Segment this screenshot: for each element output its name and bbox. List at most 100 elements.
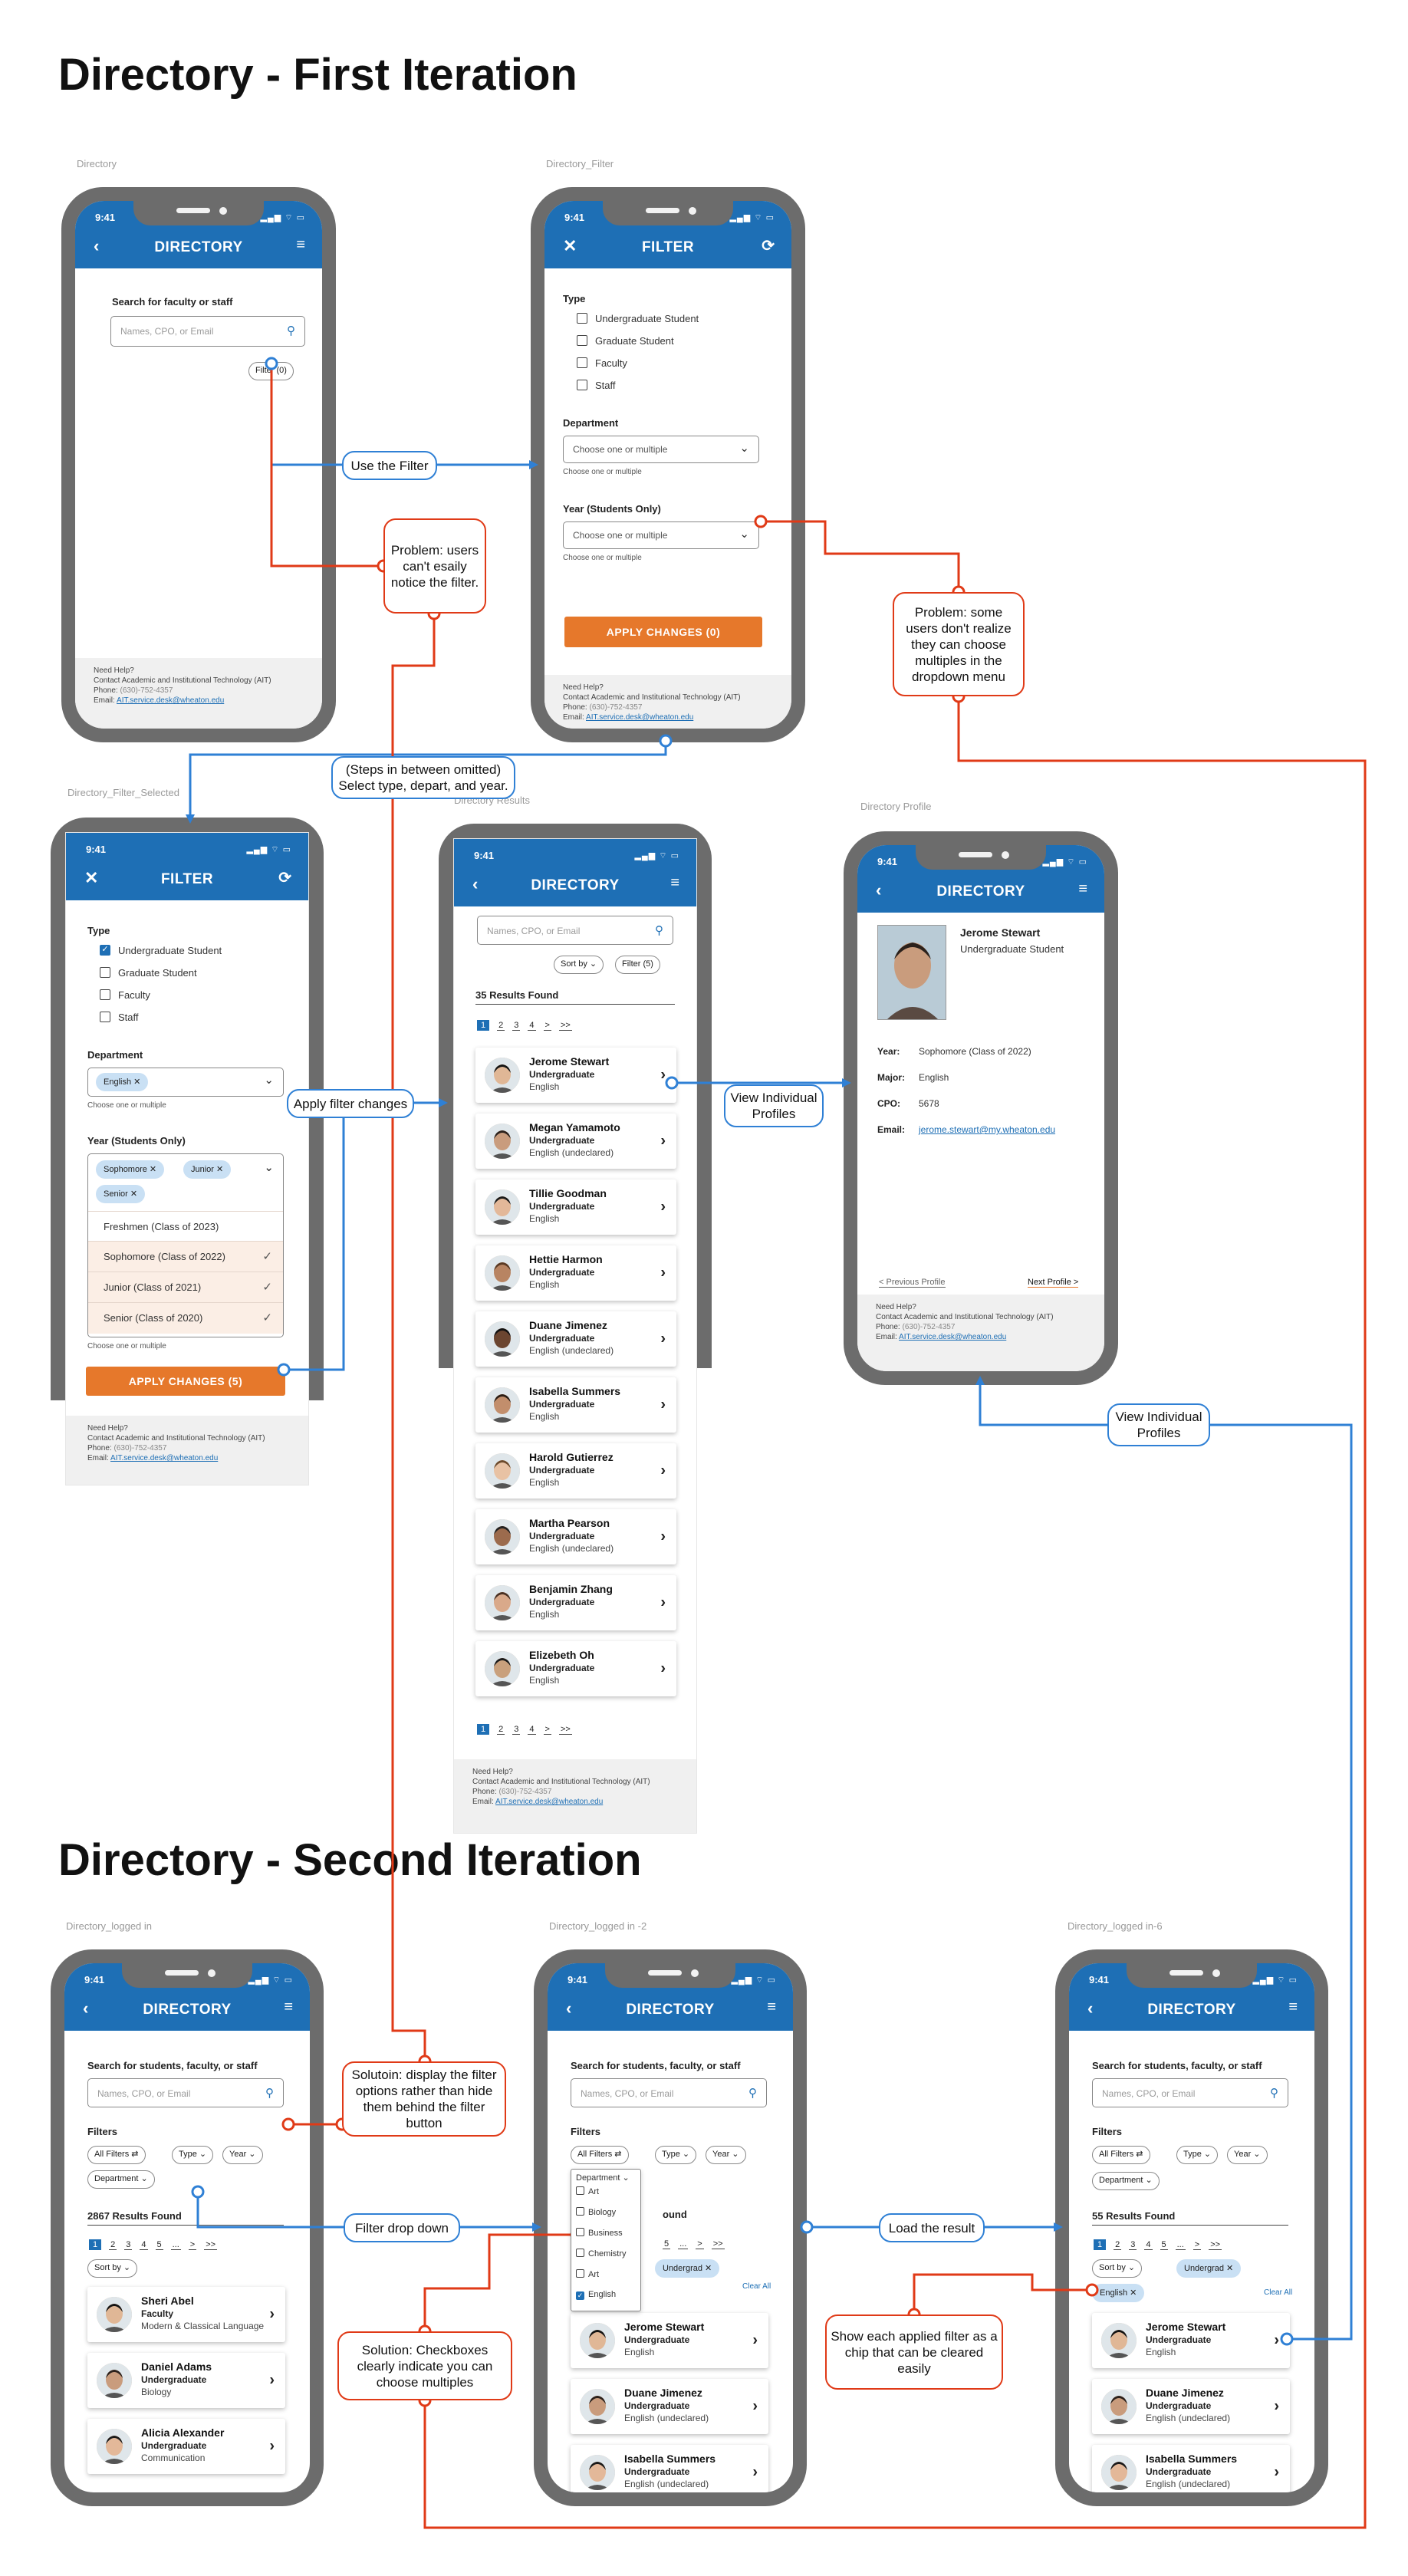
apply-changes-button[interactable]: APPLY CHANGES (0) bbox=[564, 617, 762, 647]
year-select[interactable]: Choose one or multiple ⌄ bbox=[563, 521, 759, 549]
page-link[interactable]: > bbox=[696, 2239, 704, 2249]
page-link[interactable]: 3 bbox=[512, 1725, 521, 1735]
page-link[interactable]: > bbox=[543, 1725, 551, 1735]
pagination[interactable]: 1 2 3 4 5... > >> bbox=[1094, 2239, 1229, 2250]
next-profile-link[interactable]: Next Profile > bbox=[1028, 1278, 1079, 1288]
person-card[interactable]: Harold Gutierrez Undergraduate English › bbox=[475, 1443, 676, 1499]
footer-email-link[interactable]: AIT.service.desk@wheaton.edu bbox=[110, 1454, 218, 1462]
page-link[interactable]: >> bbox=[204, 2240, 218, 2250]
year-filter-button[interactable]: Year ⌄ bbox=[1227, 2146, 1268, 2164]
person-card[interactable]: Jerome Stewart Undergraduate English › bbox=[571, 2313, 768, 2368]
page-link[interactable]: 4 bbox=[528, 1021, 536, 1031]
search-input[interactable]: Names, CPO, or Email ⚲ bbox=[110, 316, 305, 347]
page-link[interactable]: 4 bbox=[1144, 2240, 1153, 2250]
refresh-icon[interactable]: ⟳ bbox=[278, 868, 291, 887]
filter-chip[interactable]: Undergrad ✕ bbox=[1176, 2259, 1242, 2278]
person-card[interactable]: Alicia Alexander Undergraduate Communicati… bbox=[87, 2419, 285, 2474]
chevron-right-icon[interactable]: › bbox=[660, 1067, 666, 1084]
page-link[interactable]: 1 bbox=[477, 1020, 490, 1031]
chevron-right-icon[interactable]: › bbox=[660, 1594, 666, 1612]
pagination[interactable]: 5... > >> bbox=[663, 2239, 732, 2249]
page-link[interactable]: ... bbox=[170, 2240, 181, 2250]
chevron-right-icon[interactable]: › bbox=[660, 1462, 666, 1480]
checkbox[interactable] bbox=[576, 2186, 584, 2195]
chevron-right-icon[interactable]: › bbox=[660, 1660, 666, 1678]
chevron-right-icon[interactable]: › bbox=[752, 2464, 758, 2482]
person-card[interactable]: Megan Yamamoto Undergraduate English (unde… bbox=[475, 1114, 676, 1169]
chevron-right-icon[interactable]: › bbox=[1274, 2398, 1279, 2416]
clear-all-link[interactable]: Clear All bbox=[1264, 2288, 1292, 2297]
person-card[interactable]: Duane Jimenez Undergraduate English (undec… bbox=[1092, 2379, 1290, 2434]
footer-email-link[interactable]: AIT.service.desk@wheaton.edu bbox=[899, 1333, 1006, 1341]
menu-icon[interactable]: ≡ bbox=[1288, 1999, 1298, 2016]
filter-chip[interactable]: English ✕ bbox=[96, 1073, 149, 1091]
page-link[interactable]: > bbox=[188, 2240, 197, 2250]
search-icon[interactable]: ⚲ bbox=[655, 923, 663, 937]
menu-icon[interactable]: ≡ bbox=[670, 874, 679, 892]
type-filter-button[interactable]: Type ⌄ bbox=[655, 2146, 697, 2164]
department-option[interactable]: Art bbox=[576, 2186, 599, 2196]
person-card[interactable]: Duane Jimenez Undergraduate English (undec… bbox=[571, 2379, 768, 2434]
page-link[interactable]: ... bbox=[678, 2239, 689, 2249]
chevron-right-icon[interactable]: › bbox=[269, 2438, 275, 2456]
chevron-right-icon[interactable]: › bbox=[660, 1199, 666, 1216]
search-input[interactable]: Names, CPO, or Email ⚲ bbox=[571, 2078, 767, 2107]
clear-all-link[interactable]: Clear All bbox=[742, 2282, 771, 2291]
page-link[interactable]: 5 bbox=[155, 2240, 163, 2250]
filter-chip[interactable]: Senior ✕ bbox=[96, 1185, 146, 1203]
checkbox-checked[interactable]: ✓ bbox=[100, 945, 110, 956]
department-dropdown[interactable]: Department ⌄ Art Biology Business Chemistry… bbox=[571, 2169, 641, 2311]
checkbox[interactable] bbox=[576, 2269, 584, 2278]
person-card[interactable]: Isabella Summers Undergraduate English (un… bbox=[1092, 2445, 1290, 2492]
footer-email-link[interactable]: AIT.service.desk@wheaton.edu bbox=[586, 713, 693, 722]
checkbox[interactable] bbox=[577, 335, 587, 346]
page-link[interactable]: >> bbox=[558, 1725, 572, 1735]
page-link[interactable]: 1 bbox=[477, 1724, 490, 1735]
person-card[interactable]: Tillie Goodman Undergraduate English › bbox=[475, 1179, 676, 1235]
year-filter-button[interactable]: Year ⌄ bbox=[706, 2146, 746, 2164]
person-card[interactable]: Jerome Stewart Undergraduate English › bbox=[1092, 2313, 1290, 2368]
person-card[interactable]: Elizebeth Oh Undergraduate English › bbox=[475, 1641, 676, 1696]
department-filter-button[interactable]: Department ⌄ bbox=[87, 2170, 155, 2189]
department-select[interactable]: Choose one or multiple ⌄ bbox=[563, 436, 759, 463]
checkbox[interactable] bbox=[100, 989, 110, 1000]
footer-email-link[interactable]: AIT.service.desk@wheaton.edu bbox=[117, 696, 224, 705]
page-link[interactable]: 4 bbox=[528, 1725, 536, 1735]
page-link[interactable]: 2 bbox=[1114, 2240, 1122, 2250]
menu-icon[interactable]: ≡ bbox=[1078, 880, 1087, 898]
department-select[interactable]: English ✕ ⌄ bbox=[87, 1068, 284, 1097]
page-link[interactable]: >> bbox=[711, 2239, 725, 2249]
pagination[interactable]: 1 2 3 4 5... > >> bbox=[89, 2239, 225, 2250]
chevron-right-icon[interactable]: › bbox=[752, 2398, 758, 2416]
filter-chip[interactable]: Junior ✕ bbox=[183, 1160, 232, 1179]
page-link[interactable]: 4 bbox=[140, 2240, 148, 2250]
filter-chip[interactable]: Sophomore ✕ bbox=[96, 1160, 165, 1179]
person-card[interactable]: Hettie Harmon Undergraduate English › bbox=[475, 1245, 676, 1301]
chevron-right-icon[interactable]: › bbox=[660, 1133, 666, 1150]
page-link[interactable]: ... bbox=[1175, 2240, 1186, 2250]
person-card[interactable]: Isabella Summers Undergraduate English (un… bbox=[571, 2445, 768, 2492]
page-link[interactable]: 5 bbox=[1160, 2240, 1168, 2250]
all-filters-button[interactable]: All Filters ⇄ bbox=[571, 2146, 629, 2164]
all-filters-button[interactable]: All Filters ⇄ bbox=[87, 2146, 146, 2164]
page-link[interactable]: 3 bbox=[512, 1021, 521, 1031]
person-card[interactable]: Daniel Adams Undergraduate Biology › bbox=[87, 2353, 285, 2408]
page-link[interactable]: 2 bbox=[109, 2240, 117, 2250]
page-link[interactable]: > bbox=[1193, 2240, 1202, 2250]
search-input[interactable]: Names, CPO, or Email ⚲ bbox=[87, 2078, 284, 2107]
dropdown-option[interactable]: Senior (Class of 2020) ✓ bbox=[88, 1303, 283, 1334]
checkbox[interactable] bbox=[577, 357, 587, 368]
chevron-right-icon[interactable]: › bbox=[752, 2332, 758, 2350]
page-link[interactable]: 3 bbox=[124, 2240, 133, 2250]
year-filter-button[interactable]: Year ⌄ bbox=[222, 2146, 263, 2164]
checkbox[interactable] bbox=[100, 1012, 110, 1022]
search-icon[interactable]: ⚲ bbox=[1270, 2086, 1278, 2100]
page-link[interactable]: 2 bbox=[497, 1021, 505, 1031]
person-card[interactable]: Jerome Stewart Undergraduate English › bbox=[475, 1048, 676, 1103]
dropdown-option[interactable]: Freshmen (Class of 2023) bbox=[88, 1211, 283, 1242]
filter-chip[interactable]: English ✕ bbox=[1092, 2284, 1145, 2302]
person-card[interactable]: Benjamin Zhang Undergraduate English › bbox=[475, 1575, 676, 1630]
dropdown-option[interactable]: Junior (Class of 2021) ✓ bbox=[88, 1272, 283, 1303]
department-option[interactable]: Chemistry bbox=[576, 2249, 627, 2259]
checkbox[interactable] bbox=[576, 2207, 584, 2216]
